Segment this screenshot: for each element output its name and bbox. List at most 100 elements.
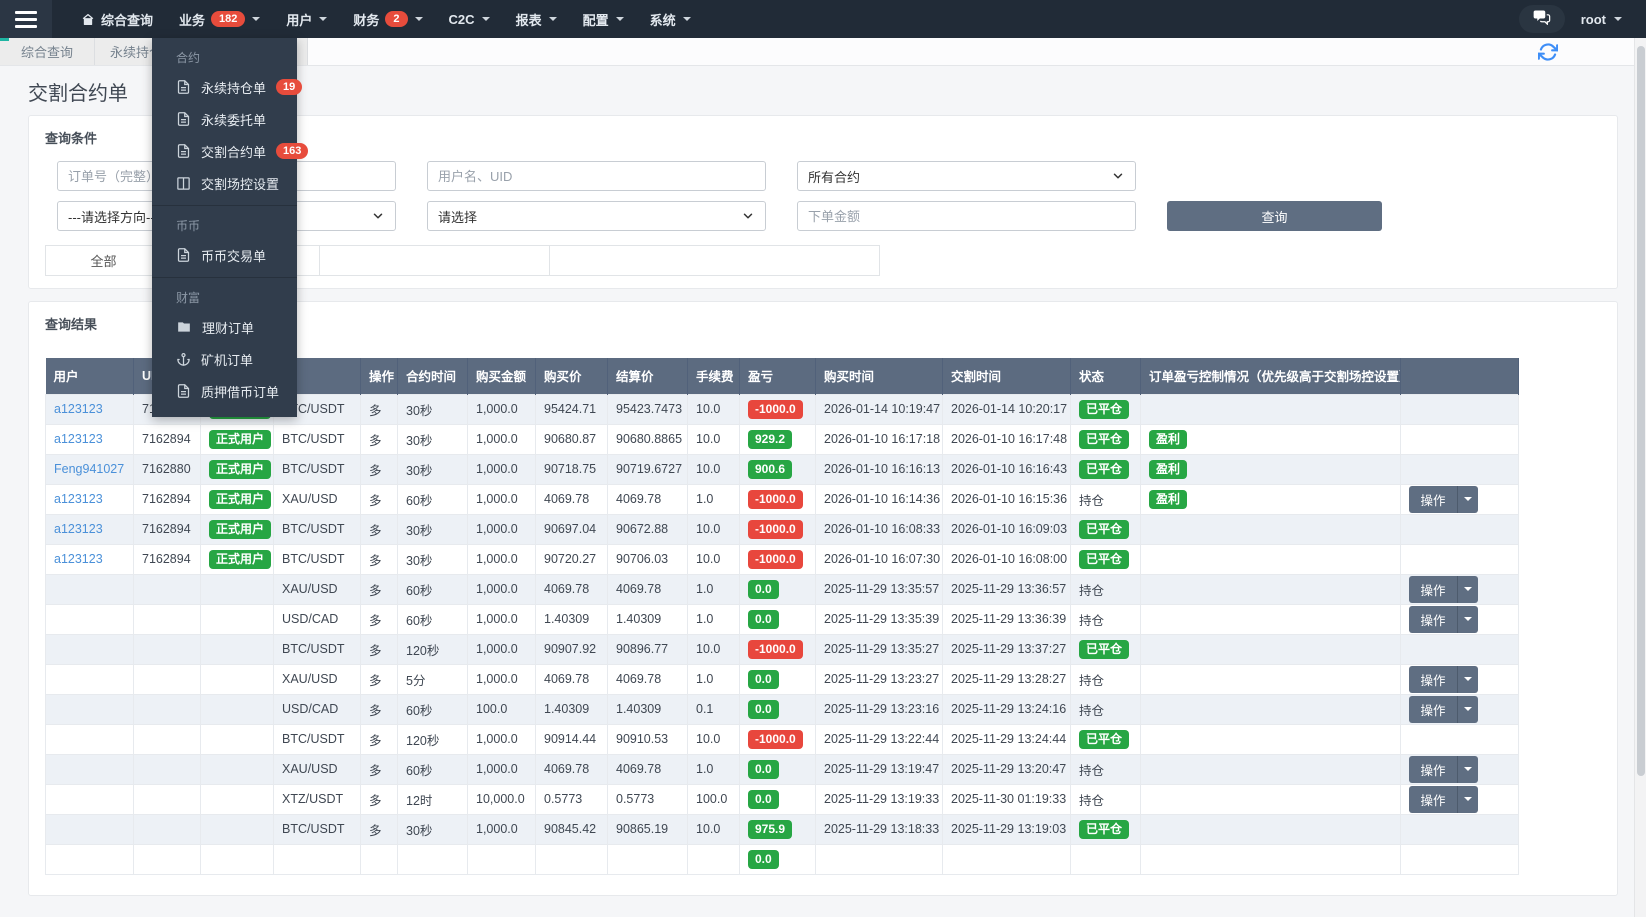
cell-actions: 操作 [1400,573,1519,605]
status-badge: 已平仓 [1079,429,1130,449]
hamburger-menu-icon[interactable] [0,0,52,38]
cell-buy-time: 2025-11-29 13:23:27 [815,663,943,695]
cell-amount: 1,000.0 [467,753,536,785]
cell-status: 持仓 [1070,783,1141,815]
user-link[interactable]: a123123 [54,402,103,416]
nav-item-label: 用户 [286,12,313,28]
nav-item-user[interactable]: 用户 [273,0,340,38]
cell-duration: 30秒 [397,513,468,545]
user-link[interactable]: a123123 [54,432,103,446]
cell-actions: 操作 [1400,753,1519,785]
action-split-button[interactable]: 操作 [1409,785,1478,813]
action-button[interactable]: 操作 [1409,785,1457,813]
filter-tab-2[interactable] [320,245,550,276]
scrollbar-thumb[interactable] [1637,46,1645,776]
action-button[interactable]: 操作 [1409,605,1457,633]
nav-item-system[interactable]: 系统 [637,0,704,38]
action-dropdown-toggle[interactable] [1457,665,1478,693]
open-tab-overview[interactable]: 综合查询 [0,38,95,65]
filter-tab-3[interactable] [550,245,880,276]
action-dropdown-toggle[interactable] [1457,575,1478,603]
menu-item-label: 永续持仓单 [201,80,267,96]
action-button[interactable]: 操作 [1409,695,1457,723]
action-button[interactable]: 操作 [1409,575,1457,603]
menu-item[interactable]: 交割场控设置 [152,167,297,199]
menu-item[interactable]: 矿机订单 [152,343,297,375]
user-link[interactable]: a123123 [54,552,103,566]
menu-item[interactable]: 交割合约单 163 [152,135,309,167]
action-button[interactable]: 操作 [1409,485,1457,513]
status-select[interactable]: 请选择 [427,201,766,231]
cell-buy-time: 2026-01-10 16:14:36 [815,483,943,515]
cell-uid [133,723,201,755]
action-split-button[interactable]: 操作 [1409,575,1478,603]
cell-pnl-control [1140,783,1401,815]
cell-amount: 1,000.0 [467,723,536,755]
pnl-badge: 0.0 [748,579,779,599]
menu-section-header: 合约 [176,51,201,65]
cell-fee: 100.0 [687,783,740,815]
action-dropdown-toggle[interactable] [1457,785,1478,813]
menu-item[interactable]: 币币交易单 [152,239,297,271]
cell-pair: BTC/USDT [273,423,361,455]
action-button[interactable]: 操作 [1409,665,1457,693]
cell-settle-time: 2025-11-29 13:36:57 [942,573,1071,605]
vertical-scrollbar [1634,38,1646,917]
filter-tab-0[interactable]: 全部 [45,245,162,276]
action-split-button[interactable]: 操作 [1409,665,1478,693]
action-dropdown-toggle[interactable] [1457,485,1478,513]
cell-pnl: 900.6 [739,453,816,485]
cell-pnl-control [1140,723,1401,755]
action-button[interactable]: 操作 [1409,755,1457,783]
cell-buy-price: 90718.75 [535,453,608,485]
user-type-badge: 正式用户 [209,549,272,569]
search-button[interactable]: 查询 [1167,201,1382,231]
action-split-button[interactable]: 操作 [1409,485,1478,513]
cell-buy-price: 1.40309 [535,693,608,725]
nav-item-finance[interactable]: 财务 2 [340,0,435,38]
cell-pnl: 929.2 [739,423,816,455]
user-link[interactable]: Feng941027 [54,462,124,476]
cell-direction: 多 [360,753,398,785]
menu-item[interactable]: 质押借币订单 [152,375,297,407]
refresh-icon[interactable] [1537,42,1559,62]
menu-item[interactable]: 永续持仓单 19 [152,71,303,103]
cell-settle-time: 2025-11-29 13:19:03 [942,813,1071,845]
cell-direction: 多 [360,513,398,545]
cell-uid [133,633,201,665]
nav-item-report[interactable]: 报表 [503,0,570,38]
user-link[interactable]: a123123 [54,492,103,506]
nav-item-badge: 2 [385,11,408,27]
nav-item-business[interactable]: 业务 182 [166,0,273,38]
action-split-button[interactable]: 操作 [1409,605,1478,633]
action-split-button[interactable]: 操作 [1409,755,1478,783]
cell-settle-price: 0.5773 [607,783,688,815]
cell-settle-price: 90896.77 [607,633,688,665]
cell-direction: 多 [360,813,398,845]
action-dropdown-toggle[interactable] [1457,605,1478,633]
nav-item-config[interactable]: 配置 [570,0,637,38]
action-split-button[interactable]: 操作 [1409,695,1478,723]
cell-user-type: 正式用户 [200,513,274,545]
cell-status: 已平仓 [1070,543,1141,575]
action-dropdown-toggle[interactable] [1457,695,1478,723]
cell-amount: 1,000.0 [467,663,536,695]
navbar-right: root [1518,5,1646,33]
menu-item[interactable]: 永续委托单 [152,103,297,135]
cell-duration: 120秒 [397,633,468,665]
user-type-badge: 正式用户 [209,519,272,539]
nav-item-c2c[interactable]: C2C [436,0,503,38]
user-link[interactable]: a123123 [54,522,103,536]
chat-button[interactable] [1518,5,1565,33]
cell-user-type [200,723,274,755]
user-uid-input[interactable] [427,161,766,191]
menu-item[interactable]: 理财订单 [152,311,297,343]
contract-select[interactable]: 所有合约 [797,161,1136,191]
cell-pair: USD/CAD [273,693,361,725]
cell-actions [1400,543,1519,575]
nav-item-dashboard[interactable]: 综合查询 [68,0,166,38]
action-dropdown-toggle[interactable] [1457,755,1478,783]
amount-input[interactable] [797,201,1136,231]
cell-buy-time: 2025-11-29 13:35:57 [815,573,943,605]
user-menu[interactable]: root [1581,12,1622,27]
